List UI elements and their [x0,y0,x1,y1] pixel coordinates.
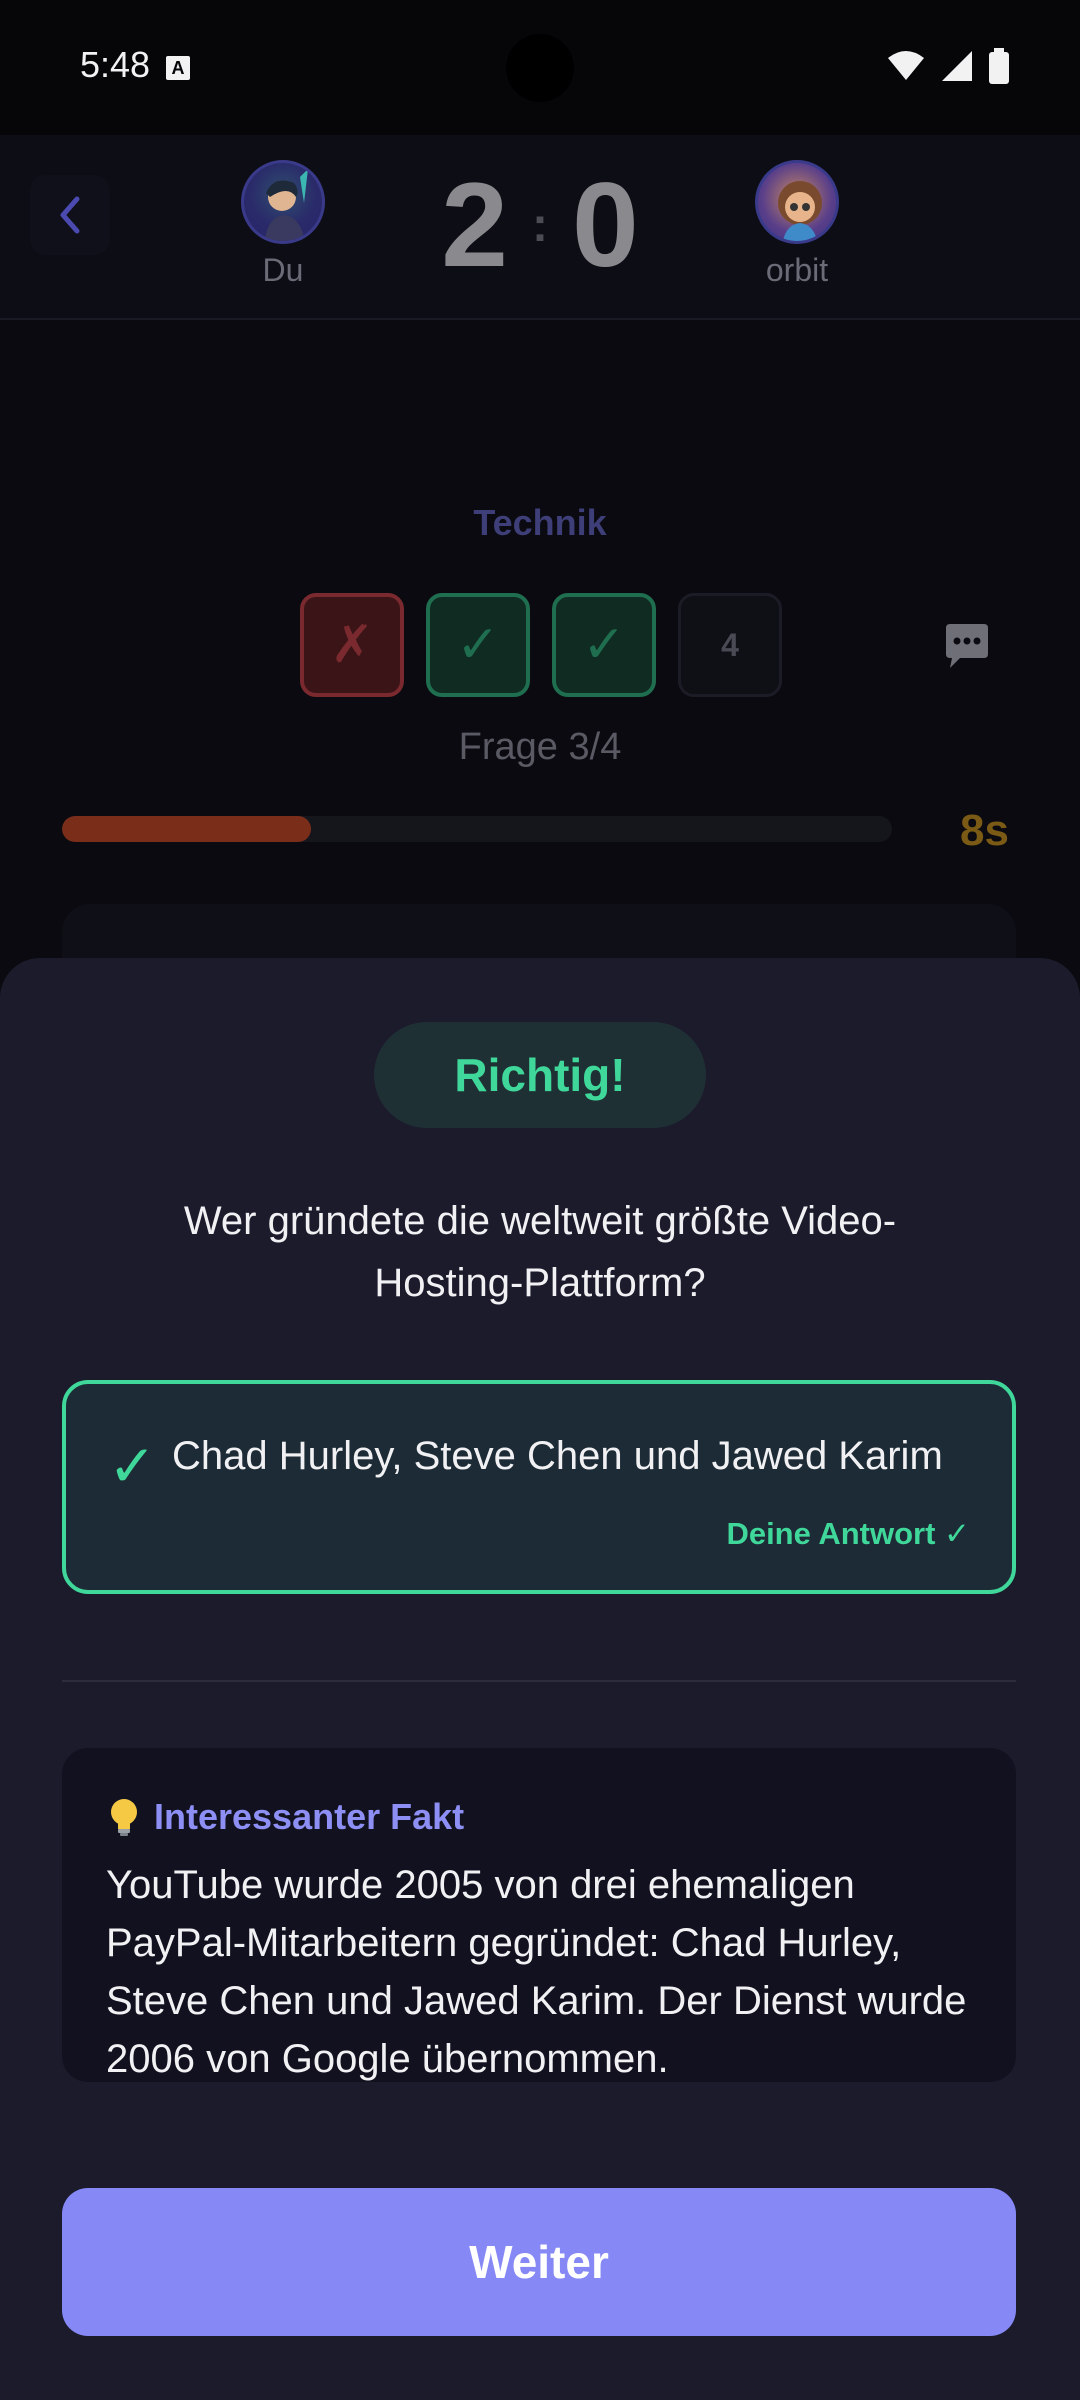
category-label: Technik [473,502,607,543]
player-opponent-name: orbit [765,252,829,288]
round-3-right: ✓ [552,593,656,697]
timer-bar-fill [62,816,311,842]
status-bar: 5:48 A [0,0,1080,135]
score-opponent: 0 [571,158,639,292]
fun-fact-text: YouTube wurde 2005 von drei ehemaligen P… [106,1863,967,2081]
chevron-left-icon [60,196,80,234]
fun-fact-card: Interessanter Fakt YouTube wurde 2005 vo… [62,1748,1016,2082]
lightbulb-icon [111,1799,137,1836]
back-button[interactable] [30,175,110,255]
avatar-self [241,160,325,244]
scoreboard: 2 : 0 [430,165,650,285]
correct-answer-card: ✓ Chad Hurley, Steve Chen und Jawed Kari… [62,1380,1016,1594]
fun-fact-header: Interessanter Fakt [106,1796,464,1838]
next-button[interactable]: Weiter [62,2188,1016,2336]
check-icon: ✓ [108,1434,157,1499]
score-self: 2 [441,158,508,292]
camera-cutout [506,34,574,102]
match-header: Du 2 : 0 orbit [0,135,1080,320]
battery-icon [989,48,1009,84]
question-counter: Frage 3/4 [458,726,622,768]
timer-seconds: 8s [960,806,1009,855]
sheet-question-text: Wer gründete die weltweit größte Video-H… [183,1199,897,1305]
notification-a-icon: A [166,56,190,80]
wifi-icon [888,51,924,80]
status-time: 5:48 [80,44,151,85]
screen: 5:48 A Du 2: 0 orbit Technik ✗ ✓ ✓ 4 Fr… [0,0,1080,2400]
round-indicators: ✗ ✓ ✓ 4 [300,593,782,697]
correct-answer-text: Chad Hurley, Steve Chen und Jawed Karim [172,1434,943,1478]
player-opponent: orbit [737,160,857,289]
signal-icon [942,51,972,81]
score-separator: : [532,198,548,252]
your-answer-label: Deine Antwort ✓ [726,1516,970,1551]
player-self: Du [223,160,343,289]
avatar-opponent [755,160,839,244]
player-self-name: Du [262,252,304,288]
result-sheet: Richtig! Wer gründete die weltweit größt… [0,958,1080,2400]
round-2-right: ✓ [426,593,530,697]
round-1-wrong: ✗ [300,593,404,697]
system-icons [886,48,1010,84]
chat-bubble-icon[interactable] [940,620,994,674]
fun-fact-title: Interessanter Fakt [154,1796,465,1837]
round-4-pending: 4 [678,593,782,697]
timer-bar [62,816,892,842]
divider [62,1680,1016,1682]
result-badge: Richtig! [374,1022,706,1128]
